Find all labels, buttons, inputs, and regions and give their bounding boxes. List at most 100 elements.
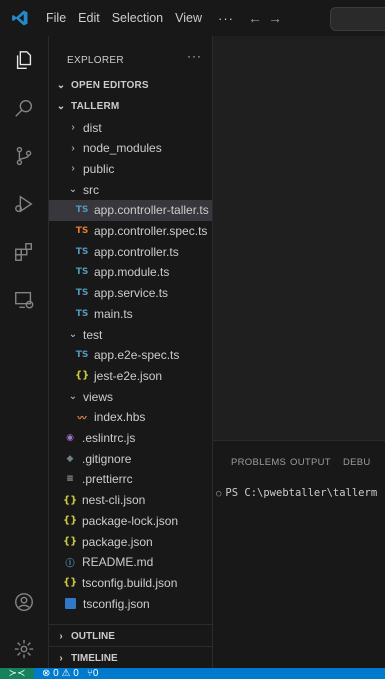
- git-file-icon: ◆: [66, 453, 74, 464]
- file-item[interactable]: {} tsconfig.build.json: [49, 572, 212, 593]
- chevron-right-icon: ›: [71, 122, 75, 133]
- folder-item[interactable]: › node_modules: [49, 138, 212, 159]
- menu-edit[interactable]: Edit: [78, 11, 100, 25]
- folder-label: views: [83, 389, 114, 404]
- terminal-prompt-text: PS C:\pwebtaller\tallerm: [225, 487, 378, 499]
- tab-output[interactable]: OUTPUT: [290, 457, 331, 468]
- file-item[interactable]: {} package-lock.json: [49, 510, 212, 531]
- file-item[interactable]: 〰 index.hbs: [49, 407, 212, 428]
- file-label: .prettierrc: [82, 472, 133, 487]
- timeline-section[interactable]: › TIMELINE: [49, 646, 212, 668]
- source-control-icon[interactable]: [12, 144, 36, 168]
- file-label: app.controller.spec.ts: [94, 224, 208, 238]
- file-item[interactable]: {} nest-cli.json: [49, 490, 212, 511]
- file-item[interactable]: ≡ .prettierrc: [49, 469, 212, 490]
- typescript-file-icon: TS: [75, 288, 89, 299]
- open-editors-section[interactable]: ⌄ OPEN EDITORS: [49, 75, 212, 96]
- json-file-icon: {}: [63, 536, 78, 547]
- file-item[interactable]: ◆ .gitignore: [49, 448, 212, 469]
- search-icon[interactable]: [12, 96, 36, 120]
- tab-problems[interactable]: PROBLEMS: [231, 457, 286, 468]
- eslint-file-icon: ◉: [66, 433, 74, 443]
- chevron-right-icon: ›: [59, 630, 63, 642]
- accounts-icon[interactable]: [12, 590, 36, 614]
- terminal-prompt[interactable]: ○ PS C:\pwebtaller\tallerm: [216, 487, 377, 499]
- file-item[interactable]: ◉ .eslintrc.js: [49, 428, 212, 449]
- menu-view[interactable]: View: [175, 11, 202, 25]
- file-label: app.module.ts: [94, 265, 170, 280]
- command-center-search[interactable]: [330, 7, 385, 31]
- tsconfig-file-icon: [65, 598, 76, 610]
- back-arrow-icon[interactable]: ←: [248, 10, 262, 26]
- file-label: tsconfig.build.json: [82, 575, 178, 590]
- file-item[interactable]: {} jest-e2e.json: [49, 365, 212, 386]
- extensions-icon[interactable]: [12, 240, 36, 264]
- file-label: nest-cli.json: [82, 493, 146, 508]
- file-item[interactable]: TS app.controller.ts: [49, 241, 212, 262]
- forward-arrow-icon[interactable]: →: [268, 10, 282, 26]
- folder-label: dist: [83, 120, 102, 135]
- file-item[interactable]: TS app.e2e-spec.ts: [49, 345, 212, 366]
- project-folder-tallerm[interactable]: ⌄ TALLERM: [49, 96, 212, 117]
- outline-label: OUTLINE: [71, 630, 115, 642]
- folder-item[interactable]: ⌄ src: [49, 179, 212, 200]
- timeline-label: TIMELINE: [71, 652, 118, 664]
- remote-explorer-icon[interactable]: [12, 288, 36, 312]
- problems-status[interactable]: ⊗ 0 ⚠ 0: [42, 668, 79, 679]
- typescript-file-icon: TS: [75, 350, 89, 361]
- chevron-right-icon: ›: [71, 142, 75, 154]
- json-file-icon: {}: [75, 370, 90, 382]
- prettier-file-icon: ≡: [66, 474, 74, 485]
- title-bar: File Edit Selection View ··· ← →: [0, 0, 385, 36]
- chevron-down-icon: ⌄: [56, 80, 66, 91]
- file-label: .gitignore: [82, 451, 132, 466]
- typescript-file-icon: TS: [75, 205, 89, 216]
- menu-selection[interactable]: Selection: [112, 11, 163, 25]
- chevron-down-icon: ⌄: [68, 184, 78, 196]
- file-item[interactable]: ⓘ README.md: [49, 552, 212, 573]
- vscode-logo-icon: [0, 0, 40, 36]
- remote-indicator-icon[interactable]: ≻≺: [0, 668, 34, 679]
- file-item[interactable]: TS app.controller.spec.ts: [49, 221, 212, 242]
- chevron-right-icon: ›: [71, 163, 75, 175]
- folder-item[interactable]: ⌄ test: [49, 324, 212, 345]
- status-bar: ≻≺ ⊗ 0 ⚠ 0 ⑂0: [0, 668, 385, 679]
- file-item[interactable]: TS app.controller-taller.ts: [49, 199, 212, 221]
- chevron-down-icon: ⌄: [68, 329, 78, 340]
- file-label: index.hbs: [94, 410, 146, 425]
- chevron-down-icon: ⌄: [56, 101, 66, 112]
- ports-status[interactable]: ⑂0: [87, 668, 99, 679]
- run-debug-icon[interactable]: [12, 192, 36, 216]
- explorer-more-actions[interactable]: ···: [187, 49, 202, 63]
- file-item[interactable]: TS app.service.ts: [49, 283, 212, 304]
- folder-item[interactable]: › dist: [49, 117, 212, 138]
- menu-file[interactable]: File: [46, 11, 66, 25]
- json-file-icon: {}: [63, 515, 78, 527]
- file-label: app.controller-taller.ts: [94, 203, 209, 218]
- folder-label: test: [83, 327, 103, 342]
- tab-debug-console[interactable]: DEBU: [343, 457, 371, 468]
- folder-label: node_modules: [83, 141, 162, 156]
- file-item[interactable]: TS app.module.ts: [49, 262, 212, 283]
- file-label: jest-e2e.json: [94, 368, 163, 383]
- handlebars-file-icon: 〰: [77, 413, 87, 424]
- file-label: .eslintrc.js: [82, 431, 136, 445]
- file-label: main.ts: [94, 306, 133, 321]
- folder-item[interactable]: ⌄ views: [49, 386, 212, 407]
- explorer-files-icon[interactable]: [12, 48, 36, 72]
- file-item[interactable]: tsconfig.json: [49, 593, 212, 614]
- chevron-down-icon: ⌄: [68, 391, 78, 403]
- typescript-file-icon: TS: [75, 308, 89, 319]
- file-label: README.md: [82, 555, 154, 570]
- manage-gear-icon[interactable]: [12, 637, 36, 661]
- menu-more[interactable]: ···: [218, 11, 234, 26]
- terminal-status-circle-icon: ○: [216, 489, 222, 499]
- folder-item[interactable]: › public: [49, 158, 212, 179]
- open-editors-label: OPEN EDITORS: [71, 80, 149, 91]
- file-label: tsconfig.json: [83, 596, 150, 611]
- file-item[interactable]: TS main.ts: [49, 303, 212, 324]
- explorer-title: EXPLORER: [67, 55, 124, 66]
- outline-section[interactable]: › OUTLINE: [49, 624, 212, 647]
- file-label: app.controller.ts: [94, 244, 179, 259]
- file-item[interactable]: {} package.json: [49, 531, 212, 552]
